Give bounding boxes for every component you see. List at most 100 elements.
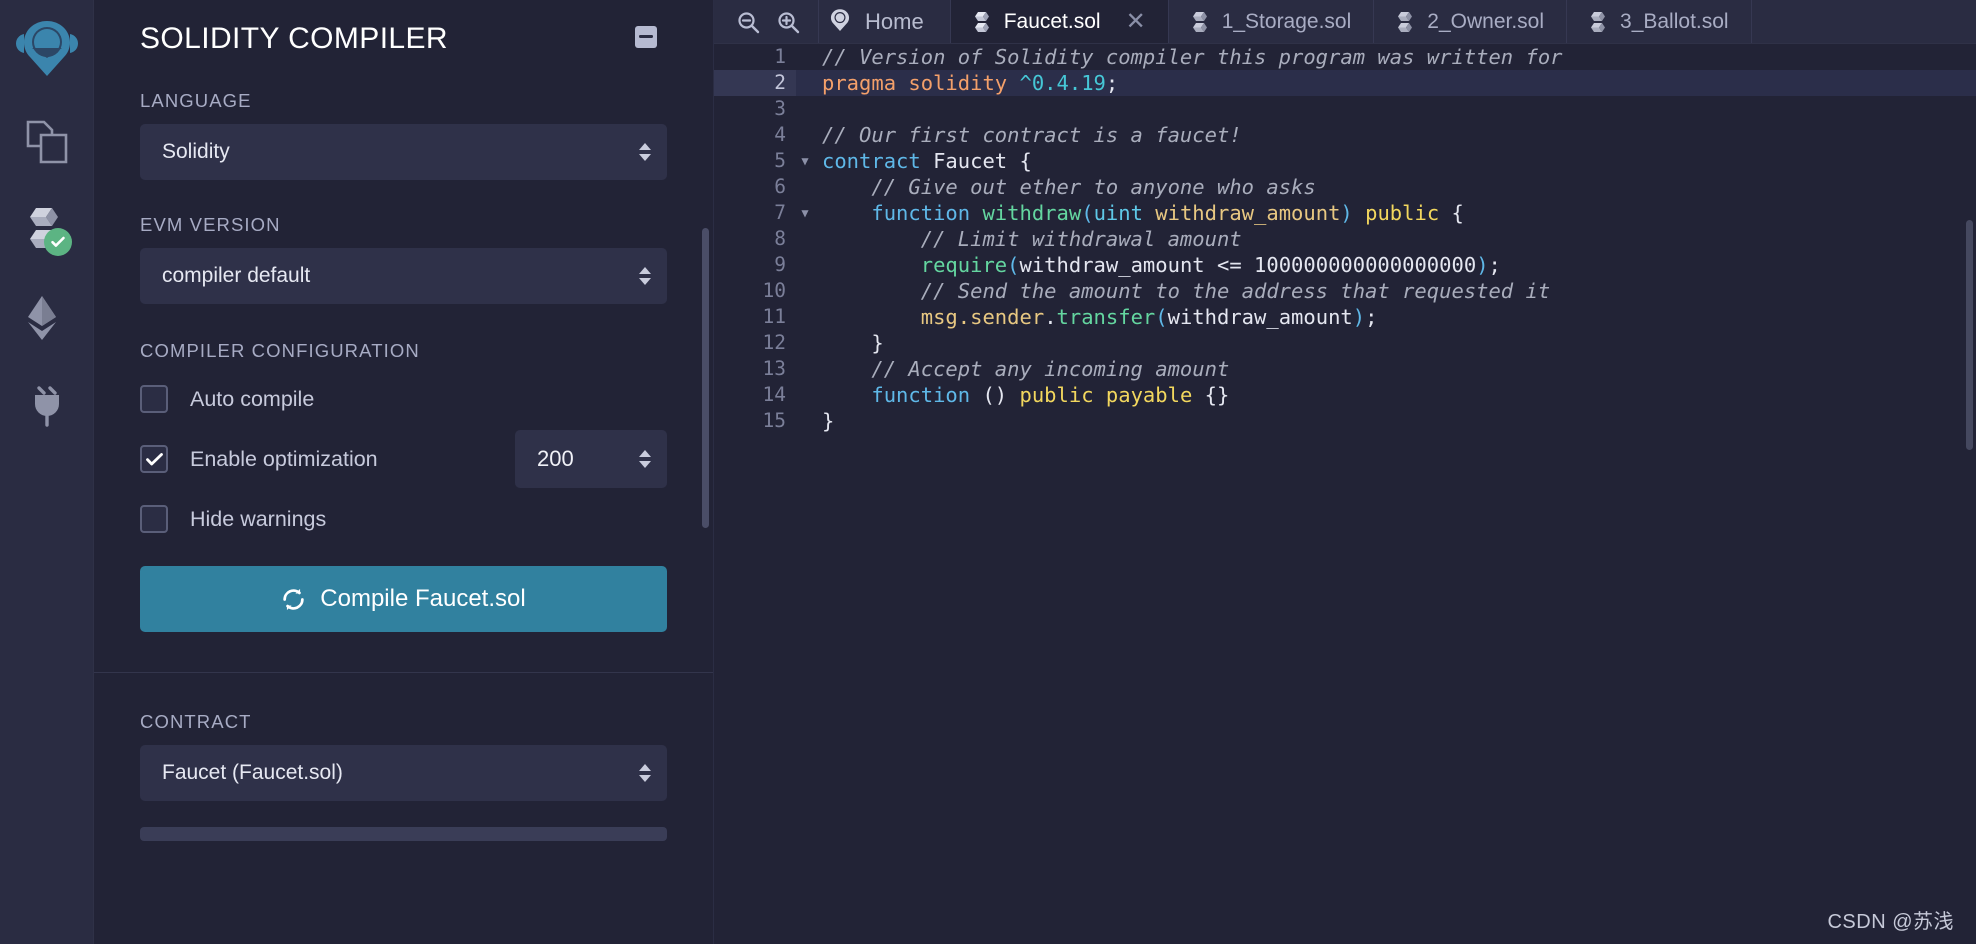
enable-optimization-row[interactable]: Enable optimization 200: [140, 430, 667, 488]
tab-3-ballot-sol-label: 3_Ballot.sol: [1620, 9, 1729, 33]
code-content[interactable]: 1 // Version of Solidity compiler this pr…: [714, 44, 1976, 944]
code-line[interactable]: 1 // Version of Solidity compiler this pr…: [714, 44, 1976, 70]
solidity-compiler-panel: SOLIDITY COMPILER LANGUAGE Solidity EVM …: [94, 0, 714, 944]
line-number: 2: [714, 70, 796, 96]
code-line[interactable]: 5 ▼ contract Faucet {: [714, 148, 1976, 174]
line-number: 14: [762, 383, 786, 406]
tab-faucet-sol-label: Faucet.sol: [1003, 9, 1101, 33]
line-number: 5: [774, 149, 786, 172]
line-number: 9: [774, 253, 786, 276]
notes-icon[interactable]: [633, 24, 659, 55]
code-line-text: }: [822, 331, 884, 355]
enable-optimization-label: Enable optimization: [190, 446, 378, 471]
tab-1-storage-sol-label: 1_Storage.sol: [1221, 9, 1352, 33]
line-number: 12: [762, 331, 786, 354]
line-number: 1: [774, 45, 786, 68]
solidity-file-icon: [973, 11, 993, 33]
language-select[interactable]: Solidity: [140, 124, 667, 180]
tab-2-owner-sol[interactable]: 2_Owner.sol: [1374, 0, 1568, 43]
watermark: CSDN @苏浅: [1827, 911, 1954, 933]
evm-version-select[interactable]: compiler default: [140, 248, 667, 304]
contract-select-value: Faucet (Faucet.sol): [162, 761, 343, 784]
hide-warnings-row[interactable]: Hide warnings: [140, 496, 667, 542]
fold-toggle-icon[interactable]: ▼: [796, 148, 814, 174]
code-line[interactable]: 4 // Our first contract is a faucet!: [714, 122, 1976, 148]
code-line-text: function () public payable {}: [871, 383, 1230, 407]
editor-tabbar: Home Faucet.sol ✕ 1_Storage.sol 2_Owner.…: [714, 0, 1976, 44]
deploy-run-icon[interactable]: [0, 274, 94, 362]
auto-compile-row[interactable]: Auto compile: [140, 376, 667, 422]
chevron-updown-icon[interactable]: [639, 450, 651, 468]
code-editor-pane: Home Faucet.sol ✕ 1_Storage.sol 2_Owner.…: [714, 0, 1976, 944]
enable-optimization-checkbox[interactable]: [140, 445, 168, 473]
chevron-updown-icon[interactable]: [639, 764, 651, 782]
code-line[interactable]: 9 require(withdraw_amount <= 10000000000…: [714, 252, 1976, 278]
code-line[interactable]: 6 // Give out ether to anyone who asks: [714, 174, 1976, 200]
hide-warnings-checkbox[interactable]: [140, 505, 168, 533]
code-line[interactable]: 14 function () public payable {}: [714, 382, 1976, 408]
line-number: 6: [774, 175, 786, 198]
optimization-runs-input[interactable]: 200: [515, 430, 667, 488]
tab-home[interactable]: Home: [819, 0, 951, 43]
fold-toggle-icon[interactable]: ▼: [796, 200, 814, 226]
hide-warnings-label: Hide warnings: [190, 506, 327, 531]
refresh-icon: [281, 587, 306, 612]
code-line-text: pragma solidity ^0.4.19;: [822, 71, 1119, 95]
code-line[interactable]: 13 // Accept any incoming amount: [714, 356, 1976, 382]
code-line[interactable]: 2 pragma solidity ^0.4.19;: [714, 70, 1976, 96]
compiler-configuration-label: COMPILER CONFIGURATION: [140, 340, 420, 361]
code-line-text: // Accept any incoming amount: [822, 357, 1230, 381]
code-line[interactable]: 3: [714, 96, 1976, 122]
line-number: 4: [774, 123, 786, 146]
plugin-manager-icon[interactable]: [0, 362, 94, 450]
code-line-text: // Give out ether to anyone who asks: [822, 175, 1316, 199]
code-line-text: msg.sender.transfer(withdraw_amount);: [920, 305, 1378, 329]
contract-section: CONTRACT Faucet (Faucet.sol): [94, 711, 713, 841]
contract-select[interactable]: Faucet (Faucet.sol): [140, 745, 667, 801]
solidity-file-icon: [1396, 11, 1416, 33]
code-line[interactable]: 10 // Send the amount to the address tha…: [714, 278, 1976, 304]
panel-scrollbar[interactable]: [702, 228, 709, 528]
line-number: 13: [762, 357, 786, 380]
code-line-text: // Limit withdrawal amount: [822, 227, 1242, 251]
code-line[interactable]: 15}: [714, 408, 1976, 434]
code-line-text: contract Faucet {: [822, 149, 1032, 173]
compiler-settings: LANGUAGE Solidity EVM VERSION compiler d…: [94, 90, 713, 632]
solidity-compiler-icon[interactable]: [0, 186, 94, 274]
panel-divider: [94, 672, 713, 673]
solidity-file-icon: [1589, 11, 1609, 33]
tab-3-ballot-sol[interactable]: 3_Ballot.sol: [1567, 0, 1752, 43]
file-explorers-icon[interactable]: [0, 98, 94, 186]
remix-logo-icon[interactable]: [0, 6, 94, 98]
code-line-text: require(withdraw_amount <= 1000000000000…: [920, 253, 1501, 277]
compile-button[interactable]: Compile Faucet.sol: [140, 566, 667, 632]
auto-compile-label: Auto compile: [190, 386, 315, 411]
code-line[interactable]: 7 ▼ function withdraw(uint withdraw_amoun…: [714, 200, 1976, 226]
panel-header: SOLIDITY COMPILER: [94, 0, 713, 56]
evm-version-select-value: compiler default: [162, 264, 311, 287]
tab-1-storage-sol[interactable]: 1_Storage.sol: [1169, 0, 1375, 43]
code-line[interactable]: 12 }: [714, 330, 1976, 356]
chevron-updown-icon[interactable]: [639, 267, 651, 285]
contract-label: CONTRACT: [140, 711, 252, 732]
line-number: 10: [762, 279, 786, 302]
page-title: SOLIDITY COMPILER: [140, 22, 448, 55]
code-line-text: // Our first contract is a faucet!: [822, 123, 1242, 147]
chevron-updown-icon[interactable]: [639, 143, 651, 161]
editor-vertical-scrollbar[interactable]: [1966, 220, 1973, 450]
optimization-runs-value: 200: [537, 446, 574, 471]
zoom-out-icon[interactable]: [736, 10, 760, 34]
code-line-text: }: [822, 409, 835, 433]
tab-faucet-sol[interactable]: Faucet.sol ✕: [950, 0, 1169, 43]
line-number: 15: [762, 409, 786, 432]
code-line[interactable]: 8 // Limit withdrawal amount: [714, 226, 1976, 252]
code-line[interactable]: 11 msg.sender.transfer(withdraw_amount);: [714, 304, 1976, 330]
compile-button-label: Compile Faucet.sol: [320, 585, 526, 612]
editor-zoom-tools: [714, 0, 819, 43]
tab-2-owner-sol-label: 2_Owner.sol: [1427, 9, 1545, 33]
auto-compile-checkbox[interactable]: [140, 385, 168, 413]
close-icon[interactable]: ✕: [1126, 9, 1146, 34]
zoom-in-icon[interactable]: [776, 10, 800, 34]
line-number: 7: [774, 201, 786, 224]
code-line-text: // Version of Solidity compiler this pro…: [822, 45, 1563, 69]
